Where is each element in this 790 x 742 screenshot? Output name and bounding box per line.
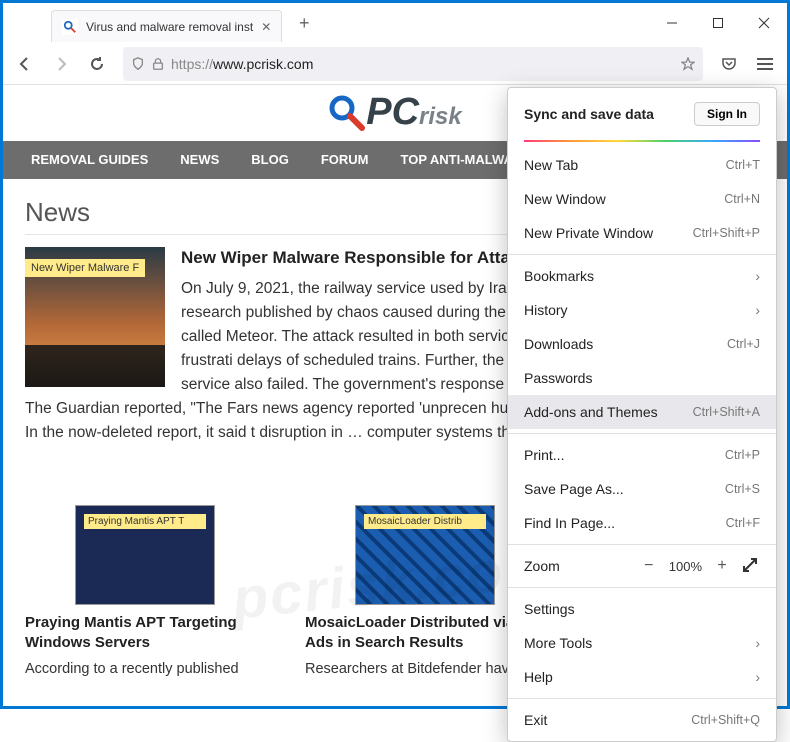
address-bar[interactable]: https://www.pcrisk.com bbox=[123, 47, 703, 81]
reload-button[interactable] bbox=[81, 48, 113, 80]
bookmark-star-icon[interactable] bbox=[681, 57, 695, 71]
nav-blog[interactable]: BLOG bbox=[235, 152, 305, 167]
minimize-button[interactable] bbox=[649, 3, 695, 43]
nav-news[interactable]: NEWS bbox=[164, 152, 235, 167]
menu-zoom-row: Zoom − 100% + bbox=[508, 549, 776, 583]
nav-removal-guides[interactable]: REMOVAL GUIDES bbox=[15, 152, 164, 167]
menu-bookmarks[interactable]: Bookmarks› bbox=[508, 259, 776, 293]
menu-separator bbox=[508, 698, 776, 699]
shield-icon bbox=[131, 57, 145, 71]
logo-icon bbox=[328, 94, 366, 132]
url-text: https://www.pcrisk.com bbox=[171, 56, 675, 72]
thumb-tag: New Wiper Malware F bbox=[25, 259, 145, 277]
favicon-icon bbox=[62, 19, 78, 35]
forward-button[interactable] bbox=[45, 48, 77, 80]
menu-passwords[interactable]: Passwords bbox=[508, 361, 776, 395]
zoom-value: 100% bbox=[669, 559, 702, 574]
zoom-out-button[interactable]: − bbox=[639, 557, 659, 575]
card-thumbnail[interactable]: MosaicLoader Distrib bbox=[355, 505, 495, 605]
chevron-right-icon: › bbox=[755, 635, 760, 651]
chevron-right-icon: › bbox=[755, 268, 760, 284]
menu-downloads[interactable]: DownloadsCtrl+J bbox=[508, 327, 776, 361]
menu-separator bbox=[508, 433, 776, 434]
app-menu: Sync and save data Sign In New TabCtrl+T… bbox=[507, 87, 777, 742]
card-body: According to a recently published bbox=[25, 659, 265, 681]
menu-separator bbox=[508, 254, 776, 255]
card-title[interactable]: Praying Mantis APT Targeting Windows Ser… bbox=[25, 613, 265, 654]
new-tab-button[interactable]: + bbox=[290, 9, 318, 37]
close-button[interactable] bbox=[741, 3, 787, 43]
menu-new-window[interactable]: New WindowCtrl+N bbox=[508, 182, 776, 216]
menu-print[interactable]: Print...Ctrl+P bbox=[508, 438, 776, 472]
menu-history[interactable]: History› bbox=[508, 293, 776, 327]
titlebar: Virus and malware removal inst ✕ + bbox=[3, 3, 787, 43]
menu-help[interactable]: Help› bbox=[508, 660, 776, 694]
menu-find-in-page[interactable]: Find In Page...Ctrl+F bbox=[508, 506, 776, 540]
menu-new-tab[interactable]: New TabCtrl+T bbox=[508, 148, 776, 182]
zoom-in-button[interactable]: + bbox=[712, 557, 732, 575]
maximize-button[interactable] bbox=[695, 3, 741, 43]
menu-new-private-window[interactable]: New Private WindowCtrl+Shift+P bbox=[508, 216, 776, 250]
gradient-divider bbox=[524, 140, 760, 142]
menu-save-page-as[interactable]: Save Page As...Ctrl+S bbox=[508, 472, 776, 506]
card-praying-mantis: Praying Mantis APT T Praying Mantis APT … bbox=[25, 505, 265, 681]
tab-close-icon[interactable]: ✕ bbox=[261, 20, 271, 34]
app-menu-button[interactable] bbox=[749, 48, 781, 80]
menu-settings[interactable]: Settings bbox=[508, 592, 776, 626]
tab-title: Virus and malware removal inst bbox=[86, 20, 253, 34]
lock-icon bbox=[151, 57, 165, 71]
back-button[interactable] bbox=[9, 48, 41, 80]
menu-addons-themes[interactable]: Add-ons and ThemesCtrl+Shift+A bbox=[508, 395, 776, 429]
browser-tab[interactable]: Virus and malware removal inst ✕ bbox=[51, 10, 282, 42]
menu-more-tools[interactable]: More Tools› bbox=[508, 626, 776, 660]
thumb-tag: MosaicLoader Distrib bbox=[364, 514, 486, 529]
signin-button[interactable]: Sign In bbox=[694, 102, 760, 126]
card-thumbnail[interactable]: Praying Mantis APT T bbox=[75, 505, 215, 605]
menu-separator bbox=[508, 587, 776, 588]
sync-label: Sync and save data bbox=[524, 106, 654, 122]
window-controls bbox=[649, 3, 787, 43]
fullscreen-button[interactable] bbox=[742, 557, 760, 575]
pocket-button[interactable] bbox=[713, 48, 745, 80]
chevron-right-icon: › bbox=[755, 302, 760, 318]
menu-separator bbox=[508, 544, 776, 545]
hamburger-icon bbox=[757, 58, 773, 70]
toolbar: https://www.pcrisk.com bbox=[3, 43, 787, 85]
zoom-label: Zoom bbox=[524, 558, 629, 574]
nav-forum[interactable]: FORUM bbox=[305, 152, 385, 167]
article-thumbnail[interactable]: New Wiper Malware F bbox=[25, 247, 165, 387]
chevron-right-icon: › bbox=[755, 669, 760, 685]
menu-exit[interactable]: ExitCtrl+Shift+Q bbox=[508, 703, 776, 737]
thumb-tag: Praying Mantis APT T bbox=[84, 514, 206, 529]
menu-sync-row: Sync and save data Sign In bbox=[508, 88, 776, 140]
